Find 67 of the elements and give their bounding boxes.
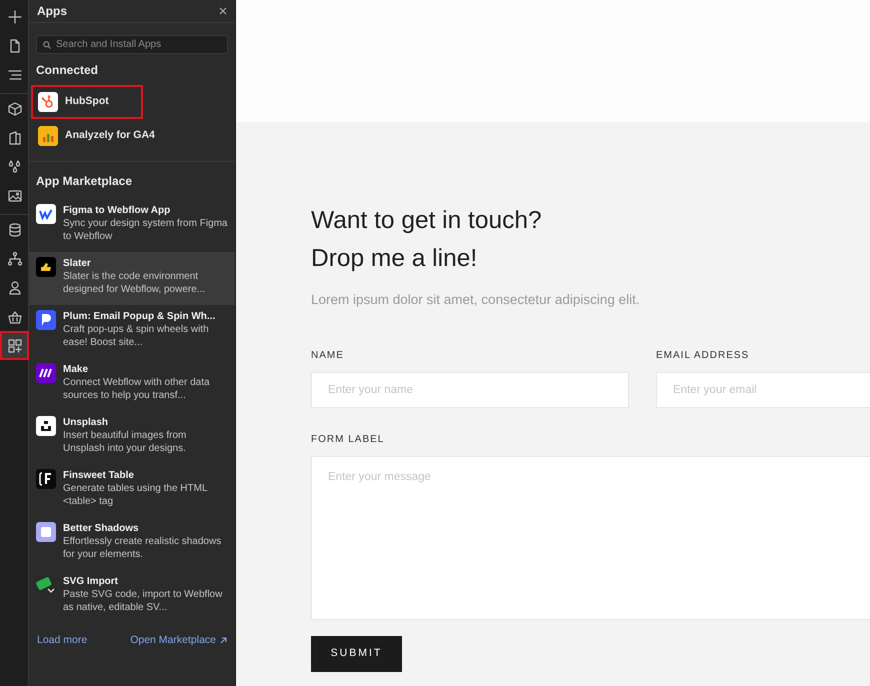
image-icon [6, 188, 22, 204]
app-name: Analyzely for GA4 [65, 128, 155, 144]
connected-app-item[interactable]: HubSpot [31, 85, 143, 119]
app-name: Better Shadows [63, 522, 140, 535]
app-description: Generate tables using the HTML <table> tag [63, 482, 208, 508]
submit-button[interactable]: SUBMIT [311, 636, 402, 672]
thumbs-up-icon [36, 257, 56, 277]
app-description: Slater is the code environment designed for Webflow, powere... [63, 270, 206, 296]
marketplace-app-item[interactable]: Finsweet Table Generate tables using the HTML <table> tag [29, 464, 235, 517]
apps-tool-button[interactable] [0, 331, 29, 360]
connected-app-item[interactable]: Analyzely for GA4 [31, 119, 233, 153]
apps-icon [6, 338, 22, 354]
app-description: Craft pop-ups & spin wheels with ease! Boost site... [63, 323, 210, 349]
input-field[interactable]: Enter your email [656, 372, 870, 408]
intro-text: Lorem ipsum dolor sit amet, consectetur adipiscing elit. [311, 291, 641, 309]
message-field[interactable]: Enter your message [311, 456, 870, 620]
marketplace-app-item[interactable]: Plum: Email Popup & Spin Wh... Craft pop-ups & spin wheels with ease! Boost site... [29, 305, 235, 358]
section-heading: App Marketplace [35, 173, 134, 190]
app-name: Unsplash [63, 416, 110, 429]
field-label: NAME [311, 349, 345, 364]
database-icon [6, 222, 22, 238]
search-field[interactable]: Search and Install Apps [36, 35, 228, 54]
square-icon [36, 522, 56, 542]
panel-title: Apps [37, 3, 67, 20]
m-logo-icon [36, 363, 56, 383]
w-logo-icon [36, 204, 56, 224]
marketplace-app-item[interactable]: SVG Import Paste SVG code, import to Webflow as native, editable SV... [29, 570, 235, 623]
book-icon [6, 130, 22, 146]
app-description: Effortlessly create realistic shadows for your elements. [63, 535, 222, 561]
app-name: SVG Import [63, 575, 120, 588]
marketplace-app-item[interactable]: Figma to Webflow App Sync your design system from Figma to Webflow [29, 199, 235, 252]
hubspot-logo-icon [38, 92, 58, 112]
app-name: Plum: Email Popup & Spin Wh... [63, 310, 216, 323]
app-name: Make [63, 363, 90, 376]
form-heading: Drop me a line! [311, 244, 478, 274]
search-icon [43, 41, 51, 49]
field-label: EMAIL ADDRESS [656, 349, 750, 364]
bar-chart-icon [38, 126, 58, 146]
form-heading: Want to get in touch? [311, 206, 543, 236]
svg-badge-icon [36, 575, 56, 595]
p-logo-icon [36, 310, 56, 330]
marketplace-app-item[interactable]: Make Connect Webflow with other data sources to help you transf... [29, 358, 235, 411]
app-name: Slater [63, 257, 92, 270]
section-heading: Connected [35, 62, 100, 79]
app-description: Connect Webflow with other data sources to help you transf... [63, 376, 211, 402]
load-more-link[interactable]: Load more [37, 633, 88, 649]
app-name: Finsweet Table [63, 469, 135, 482]
marketplace-app-item[interactable]: Better Shadows Effortlessly create realistic shadows for your elements. [29, 517, 235, 570]
app-name: Figma to Webflow App [63, 204, 172, 217]
open-marketplace-link[interactable]: Open Marketplace [130, 633, 227, 649]
marketplace-app-item[interactable]: Unsplash Insert beautiful images from Unsplash into your designs. [29, 411, 235, 464]
bracket-f-icon [36, 469, 56, 489]
app-description: Sync your design system from Figma to Webflow [63, 217, 228, 243]
basket-icon [6, 308, 22, 324]
cube-icon [6, 100, 22, 116]
field-label: FORM LABEL [311, 433, 386, 448]
app-description: Paste SVG code, import to Webflow as native, editable SV... [63, 588, 224, 614]
app-name: HubSpot [65, 94, 109, 110]
person-icon [6, 280, 22, 296]
external-arrow-icon [220, 637, 227, 644]
hierarchy-icon [6, 250, 22, 266]
app-description: Insert beautiful images from Unsplash into your designs. [63, 429, 188, 455]
plus-icon [6, 8, 22, 24]
close-icon[interactable] [219, 7, 227, 15]
drops-icon [6, 158, 22, 174]
marketplace-app-item[interactable]: Slater Slater is the code environment designed for Webflow, powere... [29, 252, 235, 305]
input-field[interactable]: Enter your name [311, 372, 629, 408]
